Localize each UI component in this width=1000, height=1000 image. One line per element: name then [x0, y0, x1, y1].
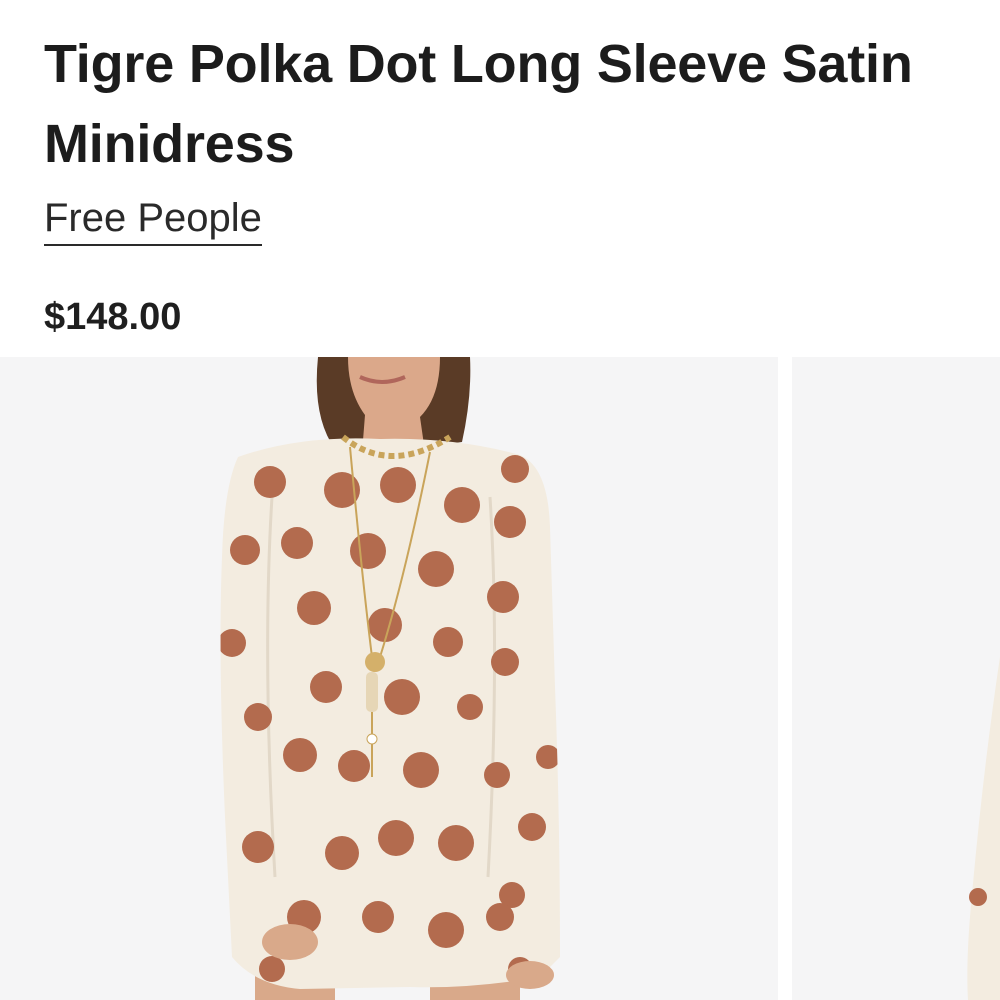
product-image-next[interactable]: [792, 357, 1000, 1000]
product-image-main[interactable]: [0, 357, 778, 1000]
image-carousel[interactable]: [0, 357, 1000, 1000]
product-price: $148.00: [44, 296, 182, 338]
brand-link[interactable]: Free People: [44, 192, 262, 246]
dress-illustration: [0, 357, 778, 1000]
next-image-illustration: [792, 357, 1000, 1000]
product-title: Tigre Polka Dot Long Sleeve Satin Minidr…: [44, 34, 913, 174]
